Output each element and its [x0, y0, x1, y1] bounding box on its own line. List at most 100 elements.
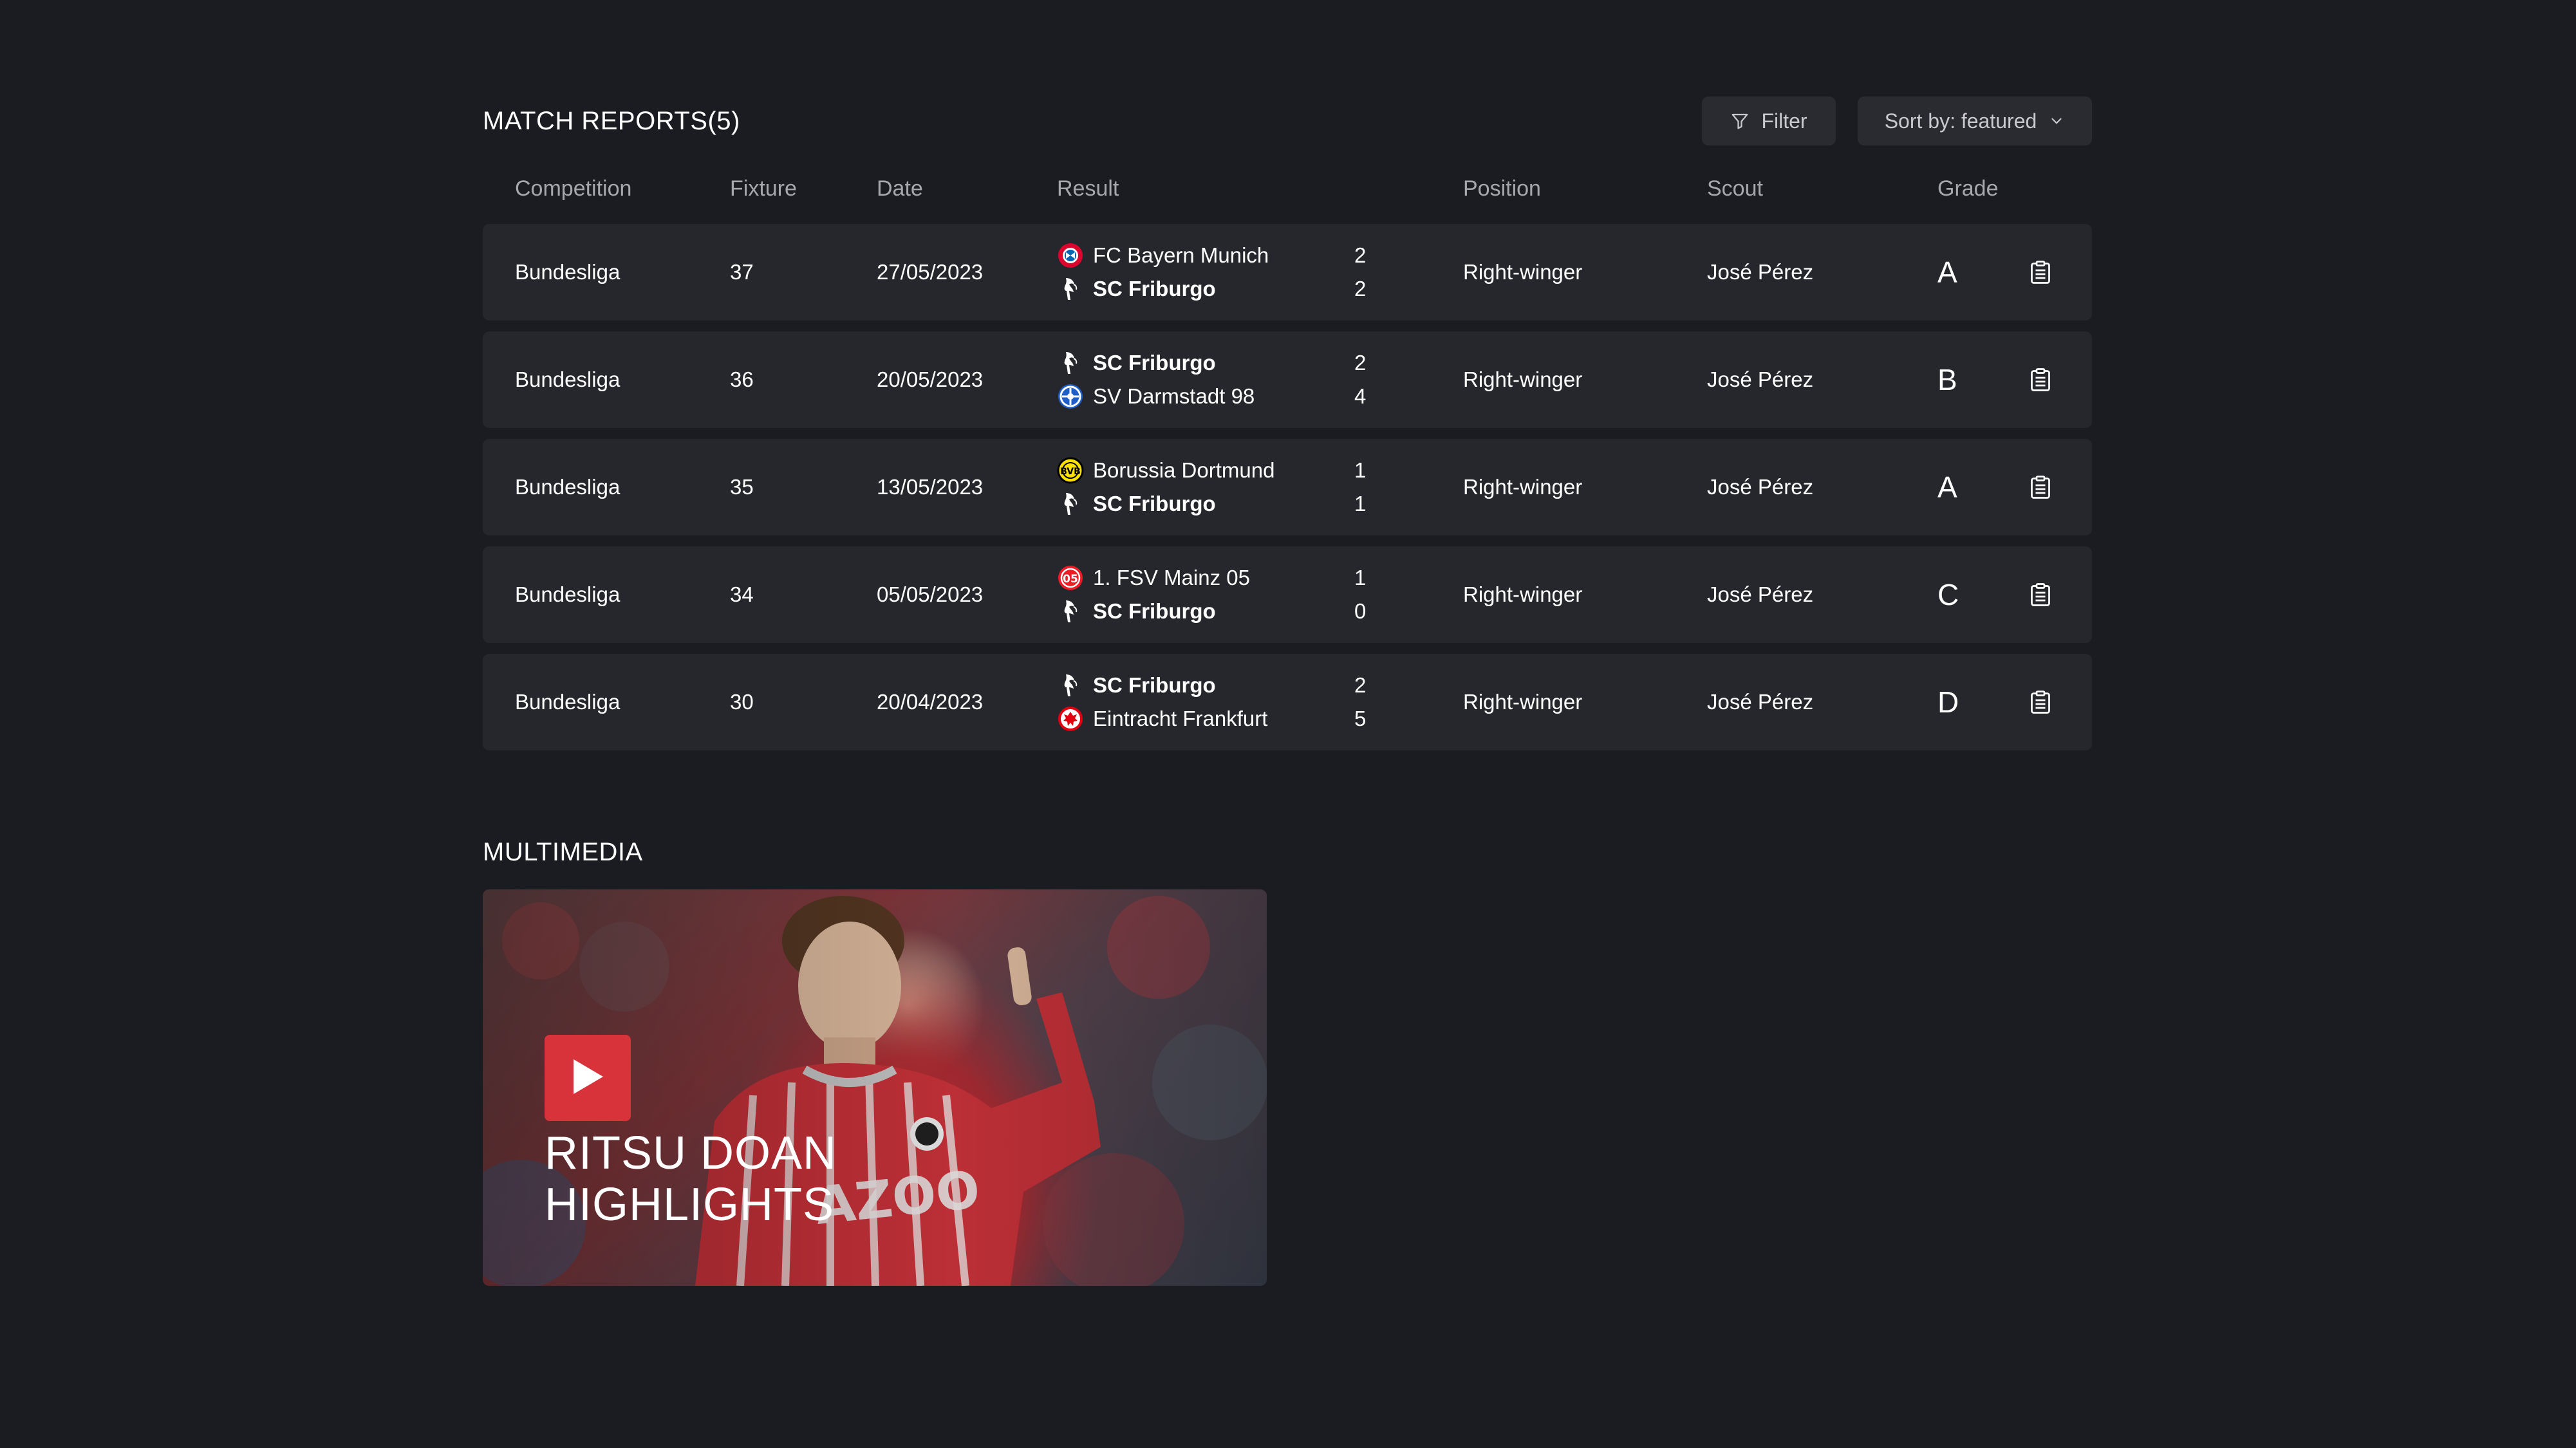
column-header-result[interactable]: Result: [1057, 176, 1119, 201]
team-name: 1. FSV Mainz 05: [1093, 566, 1250, 589]
position-cell: Right-winger: [1463, 582, 1583, 606]
clipboard-icon[interactable]: [2029, 224, 2052, 320]
away-team: SC Friburgo: [1057, 490, 1216, 517]
table-row[interactable]: Bundesliga 30 20/04/2023 SC Friburgo Ein…: [483, 654, 2092, 750]
svg-text:BVB: BVB: [1060, 467, 1081, 477]
home-team: SC Friburgo: [1057, 672, 1216, 699]
fixture-cell: 36: [730, 367, 754, 391]
away-team: Eintracht Frankfurt: [1057, 705, 1267, 732]
home-score: 1: [1354, 566, 1367, 589]
scout-cell: José Pérez: [1707, 475, 1814, 499]
away-team: SV Darmstadt 98: [1057, 383, 1255, 410]
table-row[interactable]: Bundesliga 35 13/05/2023 BVB Borussia Do…: [483, 439, 2092, 535]
result-cell: BVB Borussia Dortmund SC Friburgo: [1057, 439, 1274, 535]
away-score: 4: [1354, 384, 1367, 408]
table-row[interactable]: Bundesliga 36 20/05/2023 SC Friburgo SV …: [483, 331, 2092, 428]
date-cell: 20/05/2023: [877, 367, 984, 391]
scout-cell: José Pérez: [1707, 260, 1814, 284]
bayern-crest-icon: [1057, 242, 1084, 269]
away-team: SC Friburgo: [1057, 598, 1216, 625]
team-name: SC Friburgo: [1093, 673, 1216, 697]
svg-text:05: 05: [1063, 573, 1078, 586]
competition-cell: Bundesliga: [515, 690, 621, 714]
result-cell: SC Friburgo SV Darmstadt 98: [1057, 331, 1255, 428]
away-score: 1: [1354, 492, 1367, 515]
home-team: 05 1. FSV Mainz 05: [1057, 564, 1250, 591]
score-cell: 1 0: [1354, 546, 1366, 643]
column-header-grade[interactable]: Grade: [1937, 176, 1999, 201]
team-name: SC Friburgo: [1093, 599, 1216, 623]
column-header-date[interactable]: Date: [877, 176, 923, 201]
fixture-cell: 35: [730, 475, 754, 499]
team-name: SC Friburgo: [1093, 351, 1216, 375]
result-cell: 05 1. FSV Mainz 05 SC Friburgo: [1057, 546, 1250, 643]
freiburg-crest-icon: [1057, 490, 1084, 517]
scout-cell: José Pérez: [1707, 367, 1814, 391]
filter-button[interactable]: Filter: [1702, 97, 1836, 145]
result-cell: FC Bayern Munich SC Friburgo: [1057, 224, 1269, 320]
competition-cell: Bundesliga: [515, 260, 621, 284]
play-button[interactable]: [545, 1035, 631, 1121]
home-team: SC Friburgo: [1057, 349, 1216, 376]
date-cell: 05/05/2023: [877, 582, 984, 606]
team-name: FC Bayern Munich: [1093, 243, 1269, 267]
column-header-position[interactable]: Position: [1463, 176, 1541, 201]
table-header: Competition Fixture Date Result Position…: [483, 174, 2092, 206]
team-name: SV Darmstadt 98: [1093, 384, 1255, 408]
fixture-cell: 34: [730, 582, 754, 606]
video-title: RITSU DOAN HIGHLIGHTS: [545, 1128, 995, 1230]
clipboard-icon[interactable]: [2029, 654, 2052, 750]
freiburg-crest-icon: [1057, 672, 1084, 699]
grade-cell: D: [1937, 685, 1959, 719]
competition-cell: Bundesliga: [515, 582, 621, 606]
score-cell: 2 4: [1354, 331, 1366, 428]
grade-cell: A: [1937, 470, 1957, 504]
filter-button-label: Filter: [1761, 109, 1807, 133]
date-cell: 20/04/2023: [877, 690, 984, 714]
grade-cell: B: [1937, 363, 1957, 396]
score-cell: 2 5: [1354, 654, 1366, 750]
date-cell: 27/05/2023: [877, 260, 984, 284]
away-score: 2: [1354, 277, 1367, 301]
header-actions: Filter Sort by: featured: [1702, 97, 2092, 145]
team-name: SC Friburgo: [1093, 492, 1216, 515]
away-score: 0: [1354, 599, 1367, 623]
column-header-competition[interactable]: Competition: [515, 176, 631, 201]
play-icon: [570, 1057, 606, 1100]
frankfurt-crest-icon: [1057, 705, 1084, 732]
freiburg-crest-icon: [1057, 275, 1084, 302]
team-name: Borussia Dortmund: [1093, 458, 1275, 482]
column-header-fixture[interactable]: Fixture: [730, 176, 797, 201]
freiburg-crest-icon: [1057, 349, 1084, 376]
match-reports-table: Bundesliga 37 27/05/2023 FC Bayern Munic…: [483, 224, 2092, 761]
fixture-cell: 30: [730, 690, 754, 714]
clipboard-icon[interactable]: [2029, 331, 2052, 428]
freiburg-crest-icon: [1057, 598, 1084, 625]
away-score: 5: [1354, 707, 1367, 730]
video-thumbnail[interactable]: AZOO RITSU DOAN HIGHLIGHTS: [483, 889, 1267, 1286]
position-cell: Right-winger: [1463, 475, 1583, 499]
table-row[interactable]: Bundesliga 34 05/05/2023 05 1. FSV Mainz…: [483, 546, 2092, 643]
clipboard-icon[interactable]: [2029, 546, 2052, 643]
sort-dropdown[interactable]: Sort by: featured: [1858, 97, 2092, 145]
multimedia-title: MULTIMEDIA: [483, 838, 643, 866]
scout-cell: José Pérez: [1707, 582, 1814, 606]
darmstadt-crest-icon: [1057, 383, 1084, 410]
chevron-down-icon: [2048, 113, 2065, 129]
away-team: SC Friburgo: [1057, 275, 1216, 302]
result-cell: SC Friburgo Eintracht Frankfurt: [1057, 654, 1267, 750]
competition-cell: Bundesliga: [515, 367, 621, 391]
filter-icon: [1730, 111, 1750, 131]
home-score: 2: [1354, 351, 1367, 375]
clipboard-icon[interactable]: [2029, 439, 2052, 535]
team-name: SC Friburgo: [1093, 277, 1216, 301]
column-header-scout[interactable]: Scout: [1707, 176, 1763, 201]
team-name: Eintracht Frankfurt: [1093, 707, 1268, 730]
home-score: 1: [1354, 458, 1367, 482]
position-cell: Right-winger: [1463, 260, 1583, 284]
position-cell: Right-winger: [1463, 690, 1583, 714]
score-cell: 1 1: [1354, 439, 1366, 535]
position-cell: Right-winger: [1463, 367, 1583, 391]
grade-cell: C: [1937, 578, 1959, 611]
table-row[interactable]: Bundesliga 37 27/05/2023 FC Bayern Munic…: [483, 224, 2092, 320]
